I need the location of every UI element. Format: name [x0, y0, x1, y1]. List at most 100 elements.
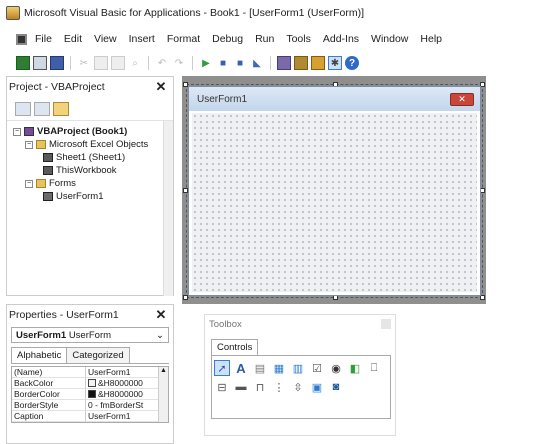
properties-scrollbar[interactable]: ▲: [158, 367, 168, 422]
close-icon[interactable]: ✕: [153, 307, 169, 323]
menu-file[interactable]: File: [35, 33, 52, 45]
properties-window-icon[interactable]: [294, 56, 308, 70]
project-explorer-pane: Project - VBAProject ✕ − VBAProject (Boo…: [6, 76, 174, 296]
menu-edit[interactable]: Edit: [64, 33, 82, 45]
insert-userform-icon[interactable]: [33, 56, 47, 70]
menu-help[interactable]: Help: [420, 33, 442, 45]
menu-tools[interactable]: Tools: [286, 33, 311, 45]
tabstrip-icon[interactable]: ▬: [233, 379, 249, 395]
controls-panel: ➚ A ▤ ▦ ▥ ☑ ◉ ◧ ⎕ ⊟ ▬ ⊓ ⋮ ⇳ ▣ ◙: [211, 355, 391, 419]
tree-node-thisworkbook[interactable]: ThisWorkbook: [13, 164, 173, 177]
properties-pane-titlebar: Properties - UserForm1 ✕: [7, 305, 173, 325]
design-mode-icon[interactable]: ◣: [250, 56, 264, 70]
workbook-icon: [43, 166, 53, 175]
refedit-icon[interactable]: ◙: [328, 379, 344, 395]
object-type: UserForm: [68, 329, 112, 341]
scrollbar-icon[interactable]: ⋮: [271, 379, 287, 395]
collapse-icon[interactable]: −: [25, 140, 33, 149]
tree-node-root[interactable]: − VBAProject (Book1): [13, 125, 173, 138]
property-key: BackColor: [12, 378, 86, 388]
menu-bar: File Edit View Insert Format Debug Run T…: [0, 28, 536, 50]
reset-icon[interactable]: ■: [233, 56, 247, 70]
view-excel-icon[interactable]: [16, 56, 30, 70]
redo-icon[interactable]: ↷: [172, 56, 186, 70]
property-value-cell[interactable]: &H8000000: [86, 378, 168, 388]
property-value-cell[interactable]: &H8000000: [86, 389, 168, 399]
toolbar-separator: [148, 56, 149, 70]
tree-node-excel-objects[interactable]: − Microsoft Excel Objects: [13, 138, 173, 151]
run-icon[interactable]: ▶: [199, 56, 213, 70]
menu-debug[interactable]: Debug: [212, 33, 243, 45]
view-object-button[interactable]: [34, 101, 50, 116]
userform-window[interactable]: UserForm1 ✕: [188, 86, 481, 296]
close-icon[interactable]: ✕: [153, 79, 169, 95]
togglebutton-icon[interactable]: ◧: [347, 360, 363, 376]
combobox-icon[interactable]: ▦: [271, 360, 287, 376]
cut-icon[interactable]: ✂: [77, 56, 91, 70]
property-value: &H8000000: [98, 378, 143, 388]
property-value[interactable]: 0 - fmBorderSt: [86, 400, 168, 410]
menu-format[interactable]: Format: [167, 33, 200, 45]
checkbox-icon[interactable]: ☑: [309, 360, 325, 376]
frame-icon[interactable]: ⎕: [366, 360, 382, 376]
collapse-icon[interactable]: −: [13, 127, 21, 136]
save-icon[interactable]: [50, 56, 64, 70]
userform-grid-canvas[interactable]: [192, 113, 477, 292]
property-value[interactable]: UserForm1: [86, 411, 168, 421]
property-value[interactable]: UserForm1: [86, 367, 168, 377]
property-row[interactable]: BorderStyle 0 - fmBorderSt: [12, 400, 168, 411]
toggle-folders-button[interactable]: [53, 101, 69, 116]
undo-icon[interactable]: ↶: [155, 56, 169, 70]
toolbox-titlebar: Toolbox: [205, 315, 395, 333]
toolbox-icon[interactable]: ✱: [328, 56, 342, 70]
menu-view[interactable]: View: [94, 33, 117, 45]
project-explorer-icon[interactable]: [277, 56, 291, 70]
find-icon[interactable]: ⌕: [128, 56, 142, 70]
vba-project-icon: [24, 127, 34, 136]
select-objects-icon[interactable]: ➚: [214, 360, 230, 376]
paste-icon[interactable]: [111, 56, 125, 70]
object-browser-icon[interactable]: [311, 56, 325, 70]
toolbox-title: Toolbox: [209, 318, 242, 330]
help-icon[interactable]: ?: [345, 56, 359, 70]
multipage-icon[interactable]: ⊓: [252, 379, 268, 395]
view-code-button[interactable]: [15, 101, 31, 116]
menu-run[interactable]: Run: [255, 33, 274, 45]
property-value: &H8000000: [98, 389, 143, 399]
toolbar-separator: [192, 56, 193, 70]
copy-icon[interactable]: [94, 56, 108, 70]
label-icon[interactable]: A: [233, 360, 249, 376]
menu-insert[interactable]: Insert: [129, 33, 155, 45]
tree-label: UserForm1: [56, 191, 104, 202]
worksheet-icon: [43, 153, 53, 162]
property-row[interactable]: (Name) UserForm1: [12, 367, 168, 378]
object-dropdown[interactable]: UserForm1 UserForm ⌄: [11, 327, 169, 343]
commandbutton-icon[interactable]: ⊟: [214, 379, 230, 395]
textbox-icon[interactable]: ▤: [252, 360, 268, 376]
spinbutton-icon[interactable]: ⇳: [290, 379, 306, 395]
excel-view-icon[interactable]: [16, 33, 27, 45]
close-icon[interactable]: [381, 319, 391, 329]
tree-node-forms[interactable]: − Forms: [13, 177, 173, 190]
property-key: BorderStyle: [12, 400, 86, 410]
break-icon[interactable]: ■: [216, 56, 230, 70]
property-row[interactable]: BorderColor &H8000000: [12, 389, 168, 400]
image-icon[interactable]: ▣: [309, 379, 325, 395]
tab-controls[interactable]: Controls: [211, 339, 259, 355]
tree-node-sheet1[interactable]: Sheet1 (Sheet1): [13, 151, 173, 164]
project-pane-titlebar: Project - VBAProject ✕: [7, 77, 173, 97]
optionbutton-icon[interactable]: ◉: [328, 360, 344, 376]
project-scrollbar[interactable]: [163, 121, 173, 296]
close-icon[interactable]: ✕: [450, 92, 474, 106]
collapse-icon[interactable]: −: [25, 179, 33, 188]
listbox-icon[interactable]: ▥: [290, 360, 306, 376]
tree-node-userform1[interactable]: UserForm1: [13, 190, 173, 203]
property-row[interactable]: Caption UserForm1: [12, 411, 168, 422]
properties-pane-title: Properties - UserForm1: [9, 309, 119, 321]
toolbar-separator: [70, 56, 71, 70]
tab-categorized[interactable]: Categorized: [66, 347, 130, 363]
tab-alphabetic[interactable]: Alphabetic: [11, 347, 68, 363]
property-row[interactable]: BackColor &H8000000: [12, 378, 168, 389]
menu-window[interactable]: Window: [371, 33, 408, 45]
menu-addins[interactable]: Add-Ins: [323, 33, 359, 45]
